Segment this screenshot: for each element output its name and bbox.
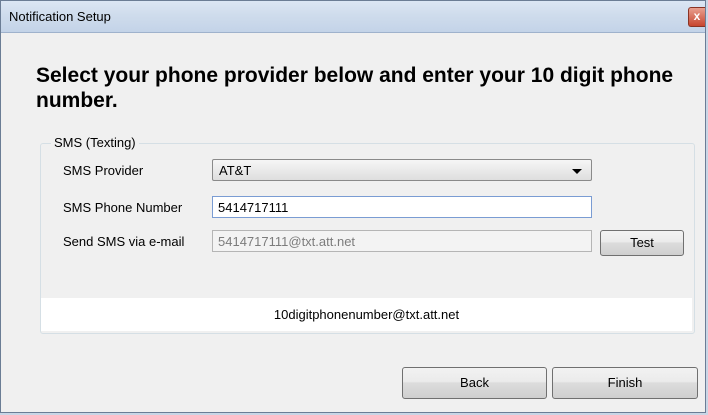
close-icon[interactable]: x — [688, 7, 705, 27]
notification-setup-window: Notification Setup x Select your phone p… — [0, 0, 706, 413]
email-format-hint: 10digitphonenumber@txt.att.net — [273, 307, 460, 322]
send-sms-email-label: Send SMS via e-mail — [63, 234, 185, 249]
sms-phone-number-label: SMS Phone Number — [63, 200, 183, 215]
finish-button[interactable]: Finish — [552, 367, 698, 399]
window-title: Notification Setup — [9, 9, 111, 24]
page-heading: Select your phone provider below and ent… — [36, 64, 674, 112]
back-button[interactable]: Back — [402, 367, 547, 399]
sms-provider-label: SMS Provider — [63, 163, 144, 178]
send-sms-email-field: 5414717111@txt.att.net — [212, 230, 592, 252]
sms-phone-number-input[interactable]: 5414717111 — [212, 196, 592, 218]
sms-provider-dropdown[interactable]: AT&T — [212, 159, 592, 181]
title-bar[interactable]: Notification Setup x — [1, 1, 705, 33]
email-format-hint-strip: 10digitphonenumber@txt.att.net — [41, 298, 692, 331]
sms-group-legend: SMS (Texting) — [51, 135, 139, 150]
sms-provider-value: AT&T — [219, 163, 252, 178]
test-button[interactable]: Test — [600, 230, 684, 256]
chevron-down-icon — [572, 169, 582, 174]
